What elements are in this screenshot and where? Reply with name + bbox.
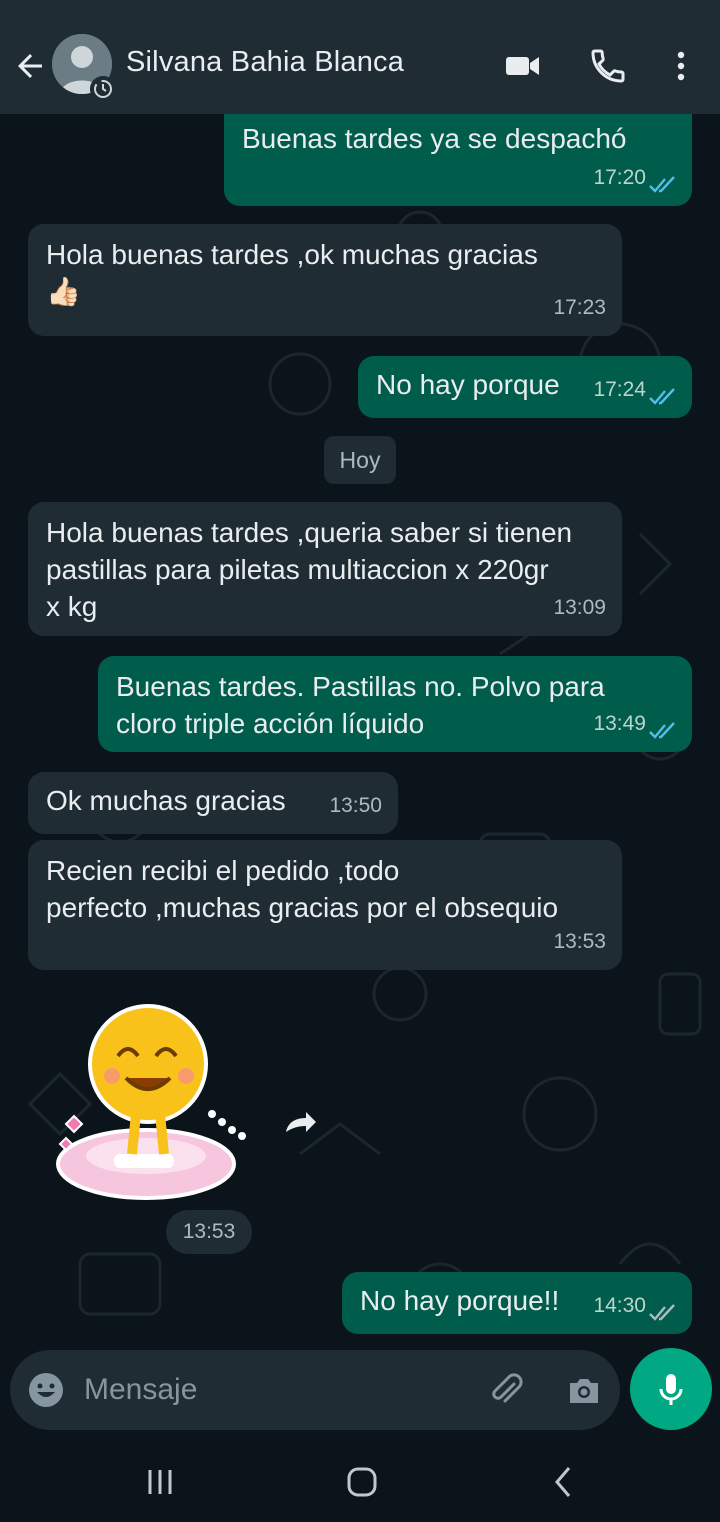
message-bubble-incoming[interactable]: Hola buenas tardes ,ok muchas gracias 👍🏻… [28, 224, 622, 336]
attach-icon[interactable] [486, 1370, 526, 1410]
message-bubble-incoming[interactable]: Ok muchas gracias 13:50 [28, 772, 398, 834]
message-time: 17:20 [593, 166, 646, 189]
message-bubble-incoming[interactable]: Hola buenas tardes ,queria saber si tien… [28, 502, 622, 636]
message-time: 13:49 [593, 712, 646, 735]
message-time: 13:50 [329, 794, 382, 817]
day-divider: Hoy [324, 436, 396, 484]
message-input[interactable] [84, 1368, 464, 1412]
message-bubble-outgoing[interactable]: No hay porque 17:24 [358, 356, 692, 418]
system-nav-bar [0, 1440, 720, 1522]
message-text: Buenas tardes ya se despachó [242, 123, 627, 154]
phone-icon[interactable] [588, 46, 628, 86]
message-bubble-outgoing[interactable]: No hay porque!! 14:30 [342, 1272, 692, 1334]
delivered-ticks-icon [649, 1304, 675, 1321]
mic-icon [659, 1374, 683, 1405]
message-text: Recien recibi el pedido ,todo perfecto ,… [46, 855, 559, 923]
message-time: 13:53 [553, 930, 606, 953]
chat-area[interactable]: Buenas tardes ya se despachó 17:20 Hola … [0, 114, 720, 1440]
read-ticks-icon [649, 176, 675, 193]
video-call-icon[interactable] [502, 46, 542, 86]
message-time: 17:24 [593, 378, 646, 401]
more-vert-icon[interactable] [664, 46, 704, 86]
camera-icon[interactable] [564, 1370, 604, 1410]
back-nav-icon[interactable] [542, 1460, 586, 1504]
message-text: No hay porque!! [360, 1285, 560, 1316]
disappearing-timer-icon [90, 76, 116, 102]
message-time: 14:30 [593, 1294, 646, 1317]
recent-apps-icon[interactable] [138, 1460, 182, 1504]
read-ticks-icon [649, 722, 675, 739]
back-arrow-icon[interactable] [12, 48, 48, 84]
home-icon[interactable] [340, 1460, 384, 1504]
message-text: Buenas tardes. Pastillas no. Polvo para … [116, 671, 605, 739]
message-text: No hay porque [376, 369, 560, 400]
sticker-time: 13:53 [166, 1210, 252, 1254]
message-time: 13:09 [553, 596, 606, 619]
contact-name[interactable]: Silvana Bahia Blanca [126, 46, 404, 79]
message-bubble-outgoing[interactable]: Buenas tardes. Pastillas no. Polvo para … [98, 656, 692, 752]
read-ticks-icon [649, 388, 675, 405]
message-bubble-incoming[interactable]: Recien recibi el pedido ,todo perfecto ,… [28, 840, 622, 970]
message-text: Ok muchas gracias [46, 785, 286, 816]
message-text: Hola buenas tardes ,queria saber si tien… [46, 517, 573, 622]
message-time: 17:23 [553, 296, 606, 319]
chat-header: Silvana Bahia Blanca [0, 0, 720, 114]
message-composer [10, 1350, 620, 1430]
message-bubble-outgoing[interactable]: Buenas tardes ya se despachó 17:20 [224, 114, 692, 206]
forward-icon[interactable] [276, 1100, 320, 1144]
voice-record-button[interactable] [630, 1348, 712, 1430]
sticker-smiley-cloud[interactable] [36, 1004, 256, 1214]
message-text: Hola buenas tardes ,ok muchas gracias 👍🏻 [46, 239, 538, 307]
emoji-icon[interactable] [26, 1370, 66, 1410]
